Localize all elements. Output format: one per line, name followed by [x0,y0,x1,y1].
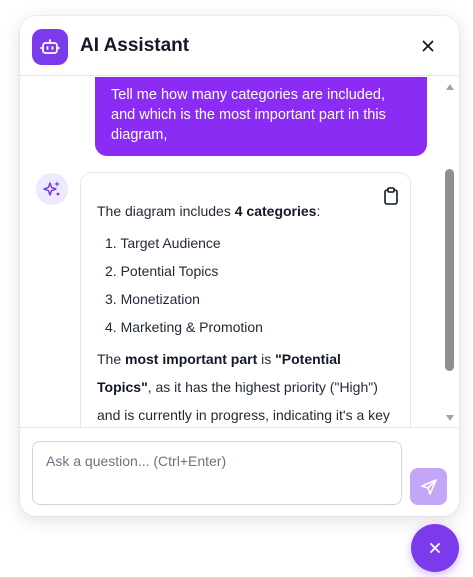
chat-title: AI Assistant [80,35,190,56]
scroll-down-arrow-icon[interactable] [446,415,454,421]
message-list: Tell me how many categories are included… [20,77,459,427]
close-chat-fab[interactable] [411,524,459,572]
category-item: 1. Target Audience [105,235,221,251]
scrollbar-thumb[interactable] [445,169,454,371]
copy-button[interactable] [383,186,399,205]
user-message-text: Tell me how many categories are included… [111,87,386,143]
chat-header: AI Assistant [20,16,459,76]
composer [20,427,459,516]
user-message: Tell me how many categories are included… [95,77,427,156]
sparkles-icon [43,181,60,196]
category-list: 1. Target Audience 2. Potential Topics 3… [97,229,394,341]
close-icon [422,40,434,52]
question-input[interactable] [32,441,402,505]
close-icon [430,543,440,553]
message-scrollbar[interactable] [441,77,459,427]
category-item: 4. Marketing & Promotion [105,319,263,335]
chat-panel: AI Assistant Tell me how many categories… [20,16,459,516]
robot-icon [32,29,68,65]
send-button[interactable] [410,468,447,505]
assistant-avatar [36,173,68,205]
scroll-up-arrow-icon[interactable] [446,84,454,90]
assistant-intro: The diagram includes 4 categories: [97,203,321,219]
category-item: 3. Monetization [105,291,200,307]
assistant-summary: The most important part is "Potential To… [97,351,390,423]
close-button[interactable] [418,36,438,56]
clipboard-icon [384,187,398,205]
category-item: 2. Potential Topics [105,263,219,279]
assistant-message: The diagram includes 4 categories: 1. Ta… [80,172,411,427]
send-icon [420,478,437,495]
